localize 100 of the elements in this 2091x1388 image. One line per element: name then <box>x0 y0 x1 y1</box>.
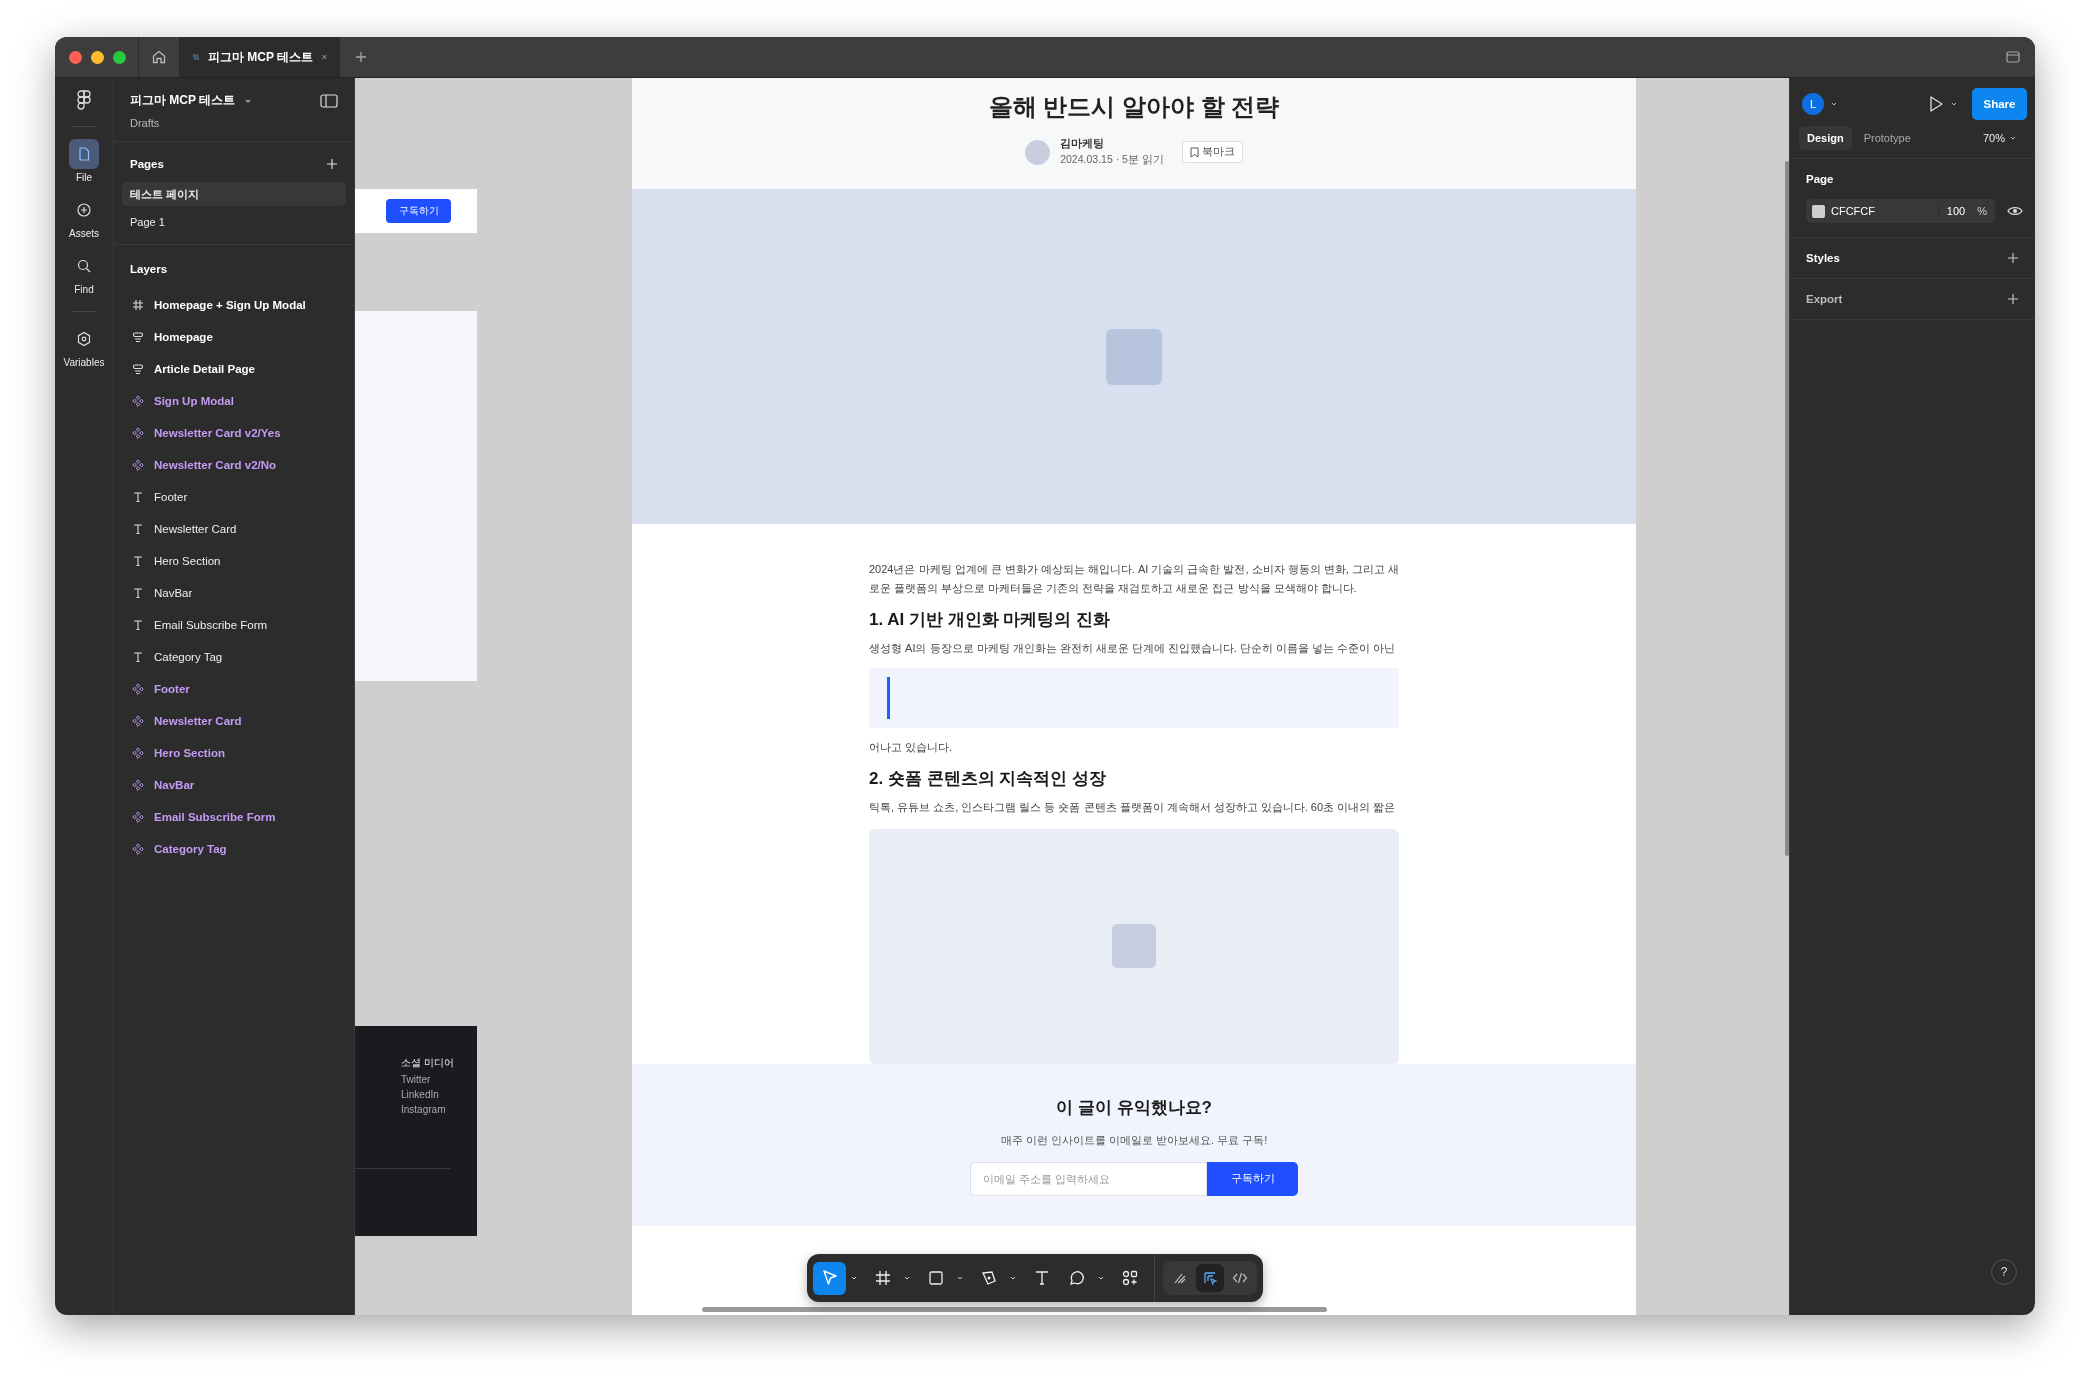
caret-icon[interactable] <box>850 1274 858 1282</box>
newsletter-title: 이 글이 유익했나요? <box>1056 1097 1212 1119</box>
caret-icon[interactable] <box>1097 1274 1105 1282</box>
color-field[interactable]: CFCFCF 100 % <box>1806 199 1995 223</box>
share-button[interactable]: Share <box>1972 88 2027 120</box>
layer-item[interactable]: Category Tag <box>122 833 346 865</box>
section-icon <box>132 363 144 375</box>
subscribe-button[interactable]: 구독하기 <box>1207 1162 1298 1196</box>
layer-item[interactable]: NavBar <box>122 769 346 801</box>
component-icon <box>132 459 144 471</box>
section-title: Export <box>1806 293 1843 305</box>
zoom-window-icon[interactable] <box>113 50 126 64</box>
layer-item[interactable]: Newsletter Card v2/Yes <box>122 417 346 449</box>
mode-button[interactable] <box>1196 1264 1224 1292</box>
subscribe-button[interactable]: 구독하기 <box>386 199 451 223</box>
footer-link[interactable]: LinkedIn <box>401 1089 454 1100</box>
email-field[interactable]: 이메일 주소를 입력하세요 <box>970 1162 1207 1196</box>
plus-circle-icon <box>76 202 92 218</box>
chevron-down-icon[interactable] <box>1950 100 1958 108</box>
user-avatar[interactable]: L <box>1802 93 1824 115</box>
layer-item[interactable]: Article Detail Page <box>122 353 346 385</box>
rail-tab[interactable]: Variables <box>63 322 105 374</box>
caret-icon[interactable] <box>956 1274 964 1282</box>
text-icon <box>132 523 144 535</box>
layer-item[interactable]: Footer <box>122 673 346 705</box>
sidebar-toggle-icon[interactable] <box>320 93 338 108</box>
close-window-icon[interactable] <box>69 50 82 64</box>
frame-icon <box>132 299 144 311</box>
newsletter-subtitle: 매주 이런 인사이트를 이메일로 받아보세요. 무료 구독! <box>1000 1133 1268 1148</box>
layer-item[interactable]: Footer <box>122 481 346 513</box>
eye-icon[interactable] <box>2007 205 2023 217</box>
window-icon[interactable] <box>2005 49 2021 65</box>
paragraph: 틱톡, 유튜브 쇼츠, 인스타그램 릴스 등 숏폼 콘텐츠 플랫폼이 계속해서 성장하고 있습니다. 60초 이내의 짧은 <box>869 799 1397 815</box>
layout-cursor-icon <box>1202 1270 1218 1286</box>
chevron-down-icon <box>2009 134 2017 142</box>
text-icon <box>132 651 144 663</box>
scrollbar[interactable] <box>1785 161 1789 856</box>
cursor-icon <box>820 1269 839 1287</box>
layer-item[interactable]: Hero Section <box>122 545 346 577</box>
scrollbar[interactable] <box>702 1307 1327 1312</box>
tab-title: 피그마 MCP 테스트 <box>207 48 314 66</box>
file-icon <box>76 146 92 162</box>
footer-link[interactable]: Twitter <box>401 1074 454 1085</box>
component-icon <box>132 683 144 695</box>
layer-item[interactable]: Hero Section <box>122 737 346 769</box>
component-icon <box>132 747 144 759</box>
tool-button[interactable] <box>813 1261 846 1295</box>
panel-tab[interactable]: Prototype <box>1855 126 1919 150</box>
file-location: Drafts <box>130 117 161 129</box>
help-button[interactable]: ? <box>1991 1259 2017 1285</box>
layer-item[interactable]: Email Subscribe Form <box>122 801 346 833</box>
section-title: Styles <box>1806 252 1840 264</box>
avatar <box>1025 139 1051 165</box>
footer-heading: 소셜 미디어 <box>401 1056 454 1070</box>
layer-item[interactable]: Newsletter Card <box>122 705 346 737</box>
logo-icon[interactable] <box>77 90 91 110</box>
caret-icon[interactable] <box>1009 1274 1017 1282</box>
caret-icon[interactable] <box>903 1274 911 1282</box>
new-tab-icon[interactable] <box>354 50 368 64</box>
bookmark-button[interactable]: 북마크 <box>1181 141 1243 163</box>
layer-item[interactable]: Homepage <box>122 321 346 353</box>
frame-icon <box>873 1269 892 1287</box>
layer-item[interactable]: Newsletter Card v2/No <box>122 449 346 481</box>
paragraph: 생성형 AI의 등장으로 마케팅 개인화는 완전히 새로운 단계에 진입했습니다. 단순히 이름을 넣는 수준이 아닌 <box>869 641 1397 656</box>
image-icon <box>1112 924 1156 969</box>
add-icon[interactable] <box>326 158 338 170</box>
zoom-dropdown[interactable]: 70% <box>1976 131 2023 145</box>
layer-item[interactable]: Category Tag <box>122 641 346 673</box>
comment-icon <box>1067 1269 1086 1287</box>
layer-item[interactable]: NavBar <box>122 577 346 609</box>
rail-tab[interactable]: Assets <box>69 193 99 245</box>
add-icon[interactable] <box>2007 252 2019 264</box>
file-name[interactable]: 피그마 MCP 테스트 <box>130 92 236 109</box>
component-icon <box>132 843 144 855</box>
minimize-window-icon[interactable] <box>91 50 104 64</box>
rail-tab[interactable]: Find <box>69 249 99 301</box>
section-title: Pages <box>130 158 164 170</box>
layer-item[interactable]: Email Subscribe Form <box>122 609 346 641</box>
search-icon <box>76 258 92 274</box>
code-icon <box>1232 1270 1248 1286</box>
chevron-down-icon[interactable] <box>1830 100 1838 108</box>
text-icon <box>132 491 144 503</box>
color-swatch[interactable] <box>1812 204 1825 218</box>
document-tab[interactable]: 피그마 MCP 테스트 <box>180 37 340 77</box>
play-icon[interactable] <box>1928 95 1944 113</box>
page-item[interactable]: Page 1 <box>122 210 346 234</box>
section-title: Layers <box>130 263 168 275</box>
panel-tab[interactable]: Design <box>1799 126 1852 150</box>
layer-item[interactable]: Sign Up Modal <box>122 385 346 417</box>
home-icon <box>151 49 167 65</box>
component-icon <box>132 811 144 823</box>
page-item[interactable]: 테스트 페이지 <box>122 182 346 206</box>
add-icon[interactable] <box>2007 293 2019 305</box>
text-icon <box>132 619 144 631</box>
footer-link[interactable]: Instagram <box>401 1104 454 1115</box>
text-icon <box>132 587 144 599</box>
article-date: 2024.03.15 · 5분 읽기 <box>1060 153 1164 167</box>
text-icon <box>132 555 144 567</box>
layer-item[interactable]: Homepage + Sign Up Modal <box>122 289 346 321</box>
layer-item[interactable]: Newsletter Card <box>122 513 346 545</box>
